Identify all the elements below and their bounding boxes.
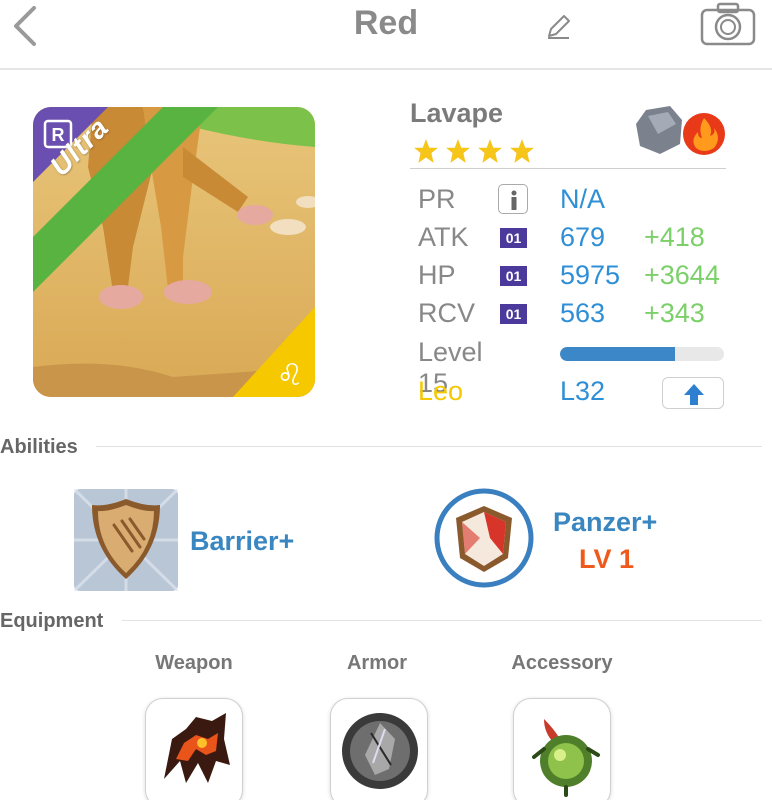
star-icon [414, 139, 438, 163]
pencil-icon[interactable] [545, 12, 573, 40]
equipment-label-weapon: Weapon [155, 652, 233, 674]
equipment-label-accessory: Accessory [511, 652, 613, 674]
star-rating [413, 138, 535, 164]
star-icon [478, 139, 502, 163]
equipment-label-armor: Armor [346, 652, 407, 674]
stat-label: RCV [418, 298, 476, 328]
stat-value: N/A [560, 184, 606, 214]
top-bar: Red [0, 0, 772, 70]
star-icon [446, 139, 470, 163]
level-progress-fill [560, 347, 675, 361]
green-orb-accessory-icon [532, 719, 600, 797]
section-divider [122, 620, 762, 621]
lava-claw-weapon-icon [164, 713, 230, 783]
element-icons [636, 106, 725, 155]
stat-bonus: +418 [644, 222, 705, 252]
monster-name: Lavape [410, 98, 504, 128]
ability-level: LV 1 [579, 544, 635, 574]
stat-badge: 01 [500, 304, 527, 324]
level-progress-bar [560, 347, 724, 361]
section-heading-abilities: Abilities [0, 436, 78, 458]
section-heading-equipment: Equipment [0, 610, 104, 632]
equipment-slot-armor[interactable] [330, 698, 428, 800]
info-icon[interactable] [498, 184, 528, 214]
stat-value: 5975 [560, 260, 621, 290]
ability-name: Barrier+ [190, 526, 295, 556]
stat-value: 679 [560, 222, 606, 252]
stat-bonus: +3644 [644, 260, 720, 290]
star-icon [510, 139, 534, 163]
ability-name: Panzer+ [553, 507, 658, 537]
zodiac-label: Leo [418, 376, 464, 406]
stone-shield-armor-icon [342, 713, 418, 789]
stat-value: 563 [560, 298, 606, 328]
name-divider [410, 168, 726, 169]
stat-label: ATK [418, 222, 469, 252]
upgrade-button[interactable] [662, 377, 724, 409]
stat-bonus: +343 [644, 298, 705, 328]
up-arrow-icon [684, 384, 704, 405]
stat-badge: 01 [500, 266, 527, 286]
stat-label: HP [418, 260, 456, 290]
section-divider [96, 446, 762, 447]
stat-badge: 01 [500, 228, 527, 248]
panzer-ability-icon[interactable] [434, 488, 534, 588]
leo-zodiac-icon: ♌ [277, 358, 304, 393]
stat-label: PR [418, 184, 456, 214]
equipment-slot-accessory[interactable] [513, 698, 611, 800]
rock-element-icon [636, 106, 682, 154]
equipment-slot-weapon[interactable] [145, 698, 243, 800]
camera-icon[interactable] [700, 2, 756, 46]
fire-element-icon [683, 113, 725, 155]
zodiac-value: L32 [560, 376, 606, 406]
shield-ability-icon[interactable] [74, 489, 178, 591]
page-title: Red [353, 4, 419, 42]
